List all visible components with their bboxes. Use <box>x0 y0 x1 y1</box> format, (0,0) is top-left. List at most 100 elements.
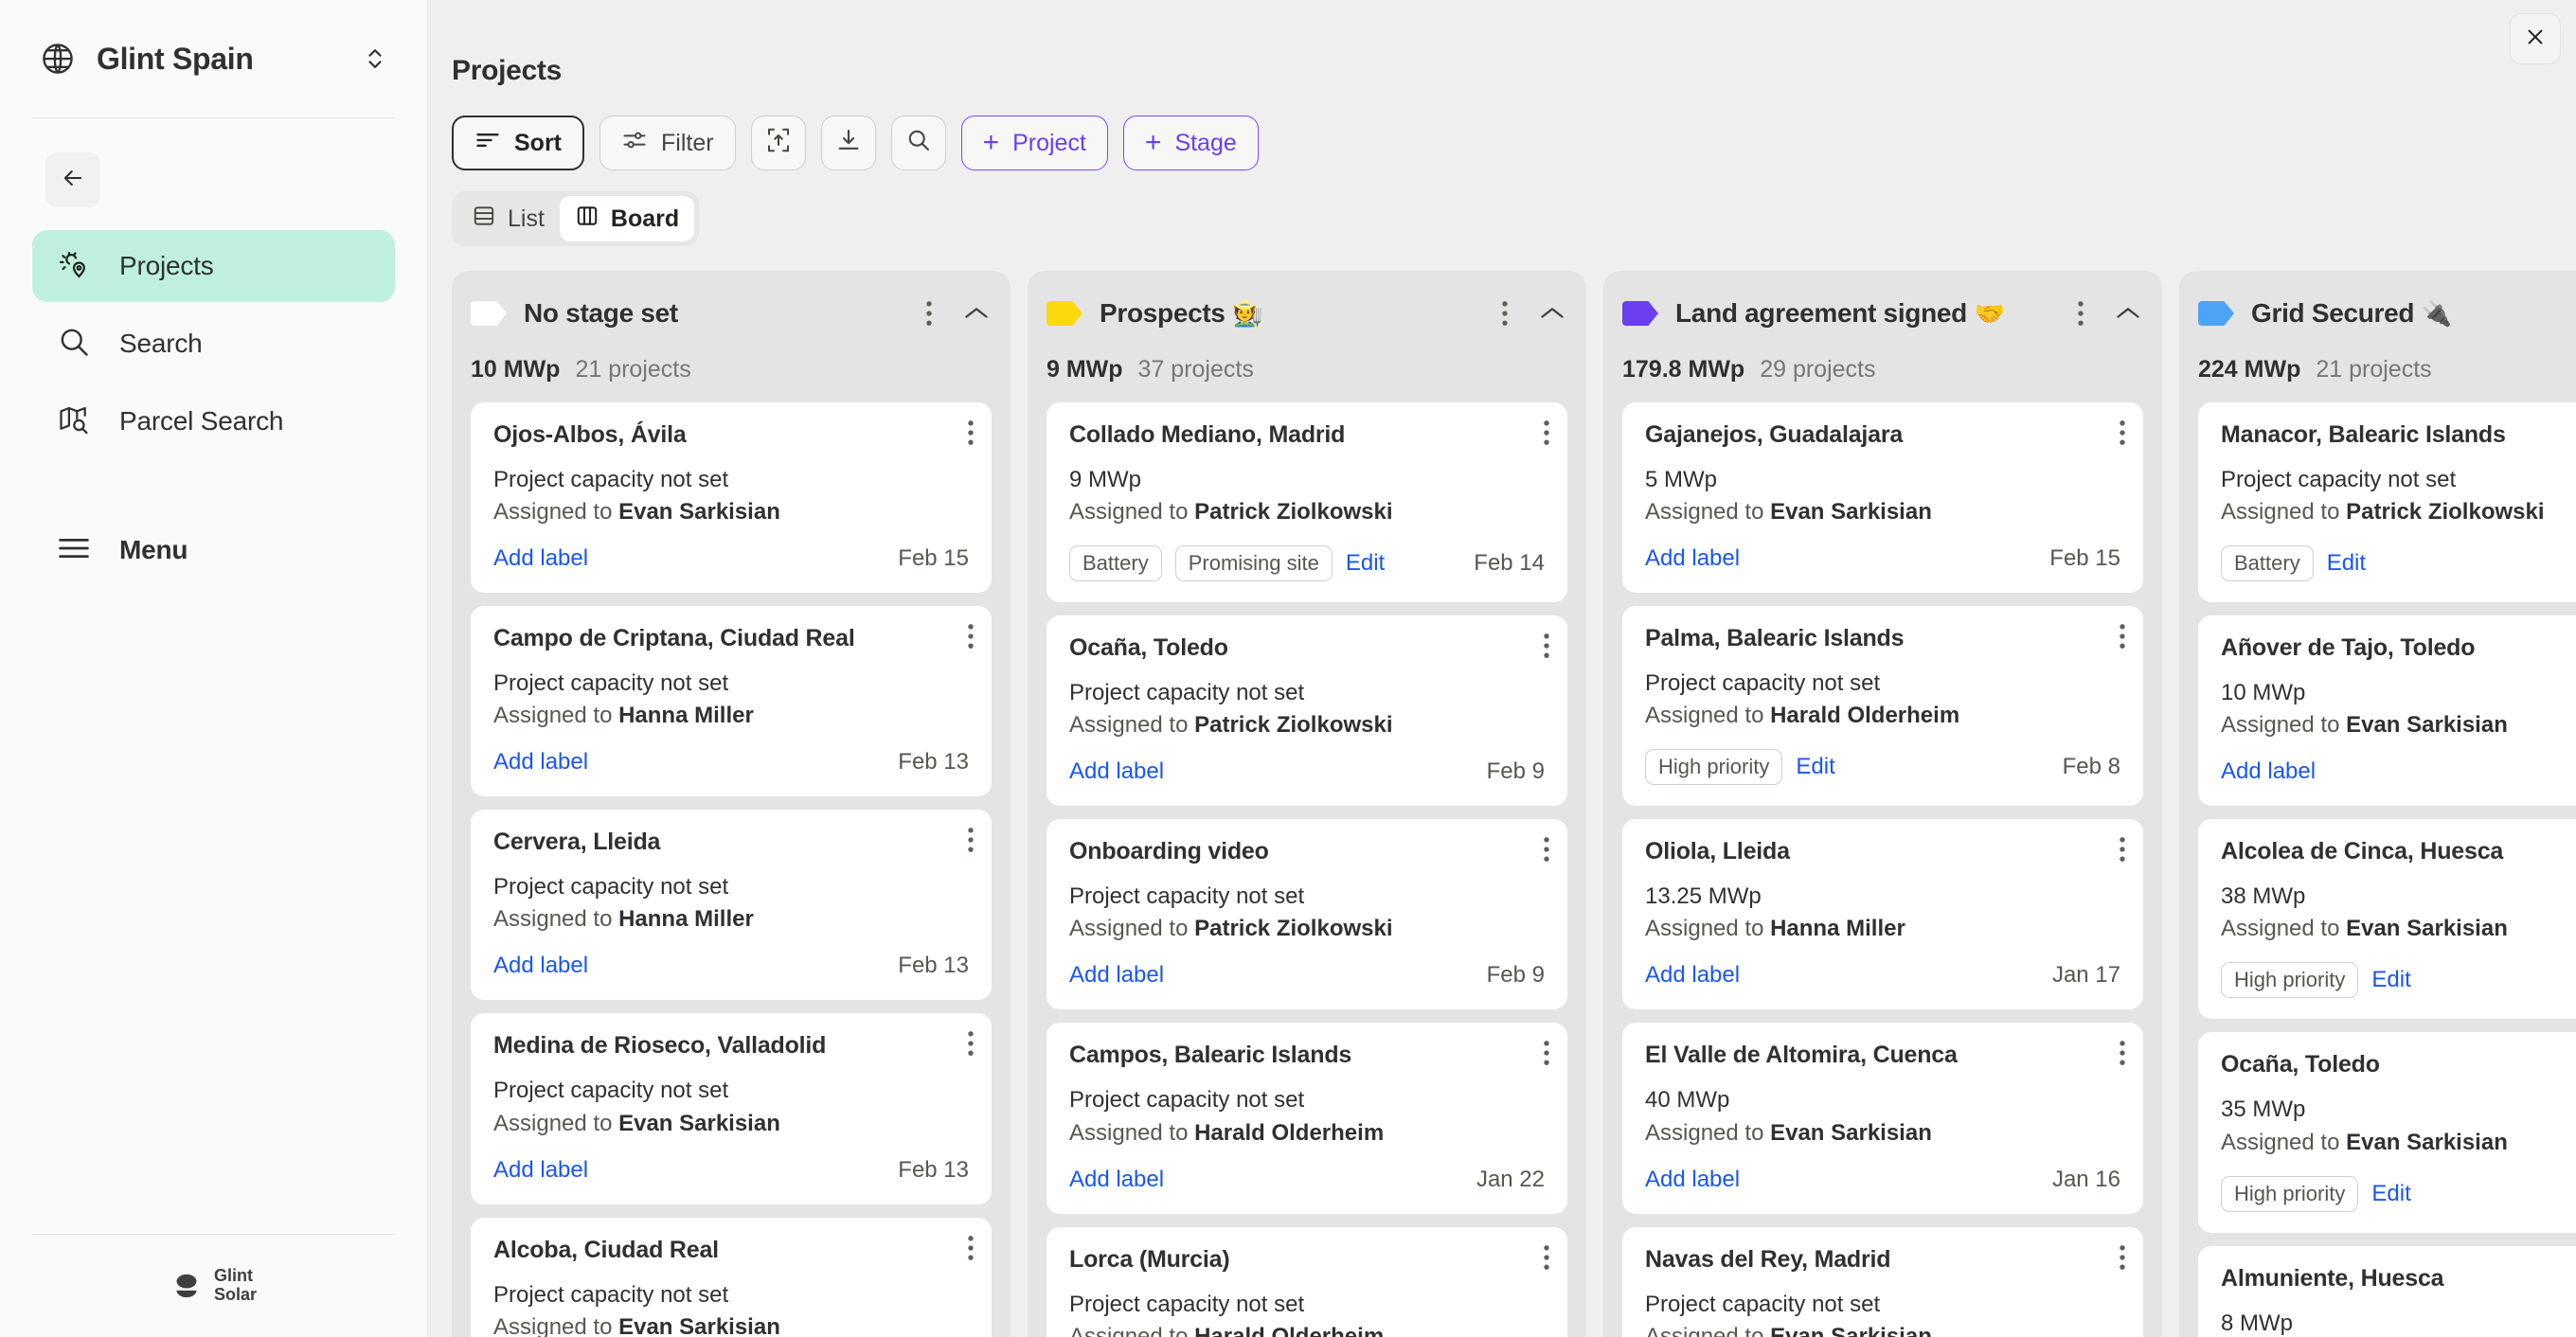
add-label-link[interactable]: Add label <box>1645 545 1740 572</box>
more-vertical-icon[interactable] <box>967 419 975 451</box>
project-card[interactable]: Onboarding video Project capacity not set… <box>1046 819 1567 1010</box>
card-title: El Valle de Altomira, Cuenca <box>1645 1042 1958 1069</box>
project-card[interactable]: Ojos-Albos, Ávila Project capacity not se… <box>471 402 992 594</box>
project-card[interactable]: Navas del Rey, Madrid Project capacity no… <box>1622 1226 2143 1337</box>
more-vertical-icon[interactable] <box>2119 836 2126 867</box>
column-collapse-button[interactable] <box>961 296 992 330</box>
card-meta: Project capacity not set Assigned to Hara… <box>1069 1084 1545 1149</box>
sidebar-item-label: Search <box>119 329 203 358</box>
column-menu-button[interactable] <box>2066 296 2096 330</box>
more-vertical-icon[interactable] <box>2119 1040 2126 1071</box>
sidebar-item-projects[interactable]: Projects <box>32 230 395 302</box>
sidebar-item-parcel-search[interactable]: Parcel Search <box>32 385 395 457</box>
add-label-link[interactable]: Add label <box>493 545 588 572</box>
edit-labels-link[interactable]: Edit <box>2371 967 2410 993</box>
project-card[interactable]: Alcolea de Cinca, Huesca 38 MWp Assigned t… <box>2198 819 2576 1020</box>
column-emoji: 🔌 <box>2421 299 2452 328</box>
tab-list-view[interactable]: List <box>456 196 560 241</box>
project-card[interactable]: Collado Mediano, Madrid 9 MWp Assigned to … <box>1046 402 1567 603</box>
add-label-link[interactable]: Add label <box>2221 758 2316 785</box>
more-vertical-icon[interactable] <box>1543 419 1550 451</box>
add-label-link[interactable]: Add label <box>1069 758 1164 785</box>
card-meta: 5 MWp Assigned to Evan Sarkisian <box>1645 464 2120 528</box>
card-footer: Add label Feb 15 <box>493 545 969 572</box>
more-vertical-icon[interactable] <box>967 1030 975 1061</box>
column-capacity: 179.8 MWp <box>1622 356 1745 383</box>
more-vertical-icon[interactable] <box>2119 419 2126 451</box>
download-button[interactable] <box>820 116 876 170</box>
project-card[interactable]: El Valle de Altomira, Cuenca 40 MWp Assign… <box>1622 1023 2143 1214</box>
add-stage-button[interactable]: + Stage <box>1122 116 1259 170</box>
project-card[interactable]: Gajanejos, Guadalajara 5 MWp Assigned to E… <box>1622 402 2143 594</box>
project-card[interactable]: Manacor, Balearic Islands Project capacit… <box>2198 402 2576 603</box>
more-vertical-icon[interactable] <box>1543 633 1550 664</box>
filter-button[interactable]: Filter <box>599 116 736 170</box>
back-button[interactable] <box>45 152 100 207</box>
card-meta: Project capacity not set Assigned to Hara… <box>1069 1289 1545 1337</box>
add-project-button[interactable]: + Project <box>960 116 1108 170</box>
add-label-link[interactable]: Add label <box>493 749 588 775</box>
edit-labels-link[interactable]: Edit <box>1796 754 1834 780</box>
search-button[interactable] <box>890 116 946 170</box>
edit-labels-link[interactable]: Edit <box>1346 550 1385 577</box>
project-card[interactable]: Lorca (Murcia) Project capacity not set As… <box>1046 1226 1567 1337</box>
more-vertical-icon[interactable] <box>1543 1040 1550 1071</box>
workspace-switcher[interactable]: Glint Spain <box>32 0 395 117</box>
more-vertical-icon[interactable] <box>2119 623 2126 654</box>
chevron-up-down-icon[interactable] <box>363 45 387 73</box>
add-label-link[interactable]: Add label <box>1069 962 1164 989</box>
search-icon <box>905 127 932 160</box>
glint-solar-mark <box>176 1275 197 1298</box>
card-label-chip[interactable]: Promising site <box>1174 545 1333 582</box>
close-button[interactable] <box>2510 13 2561 64</box>
column-emoji: 🧑‍🌾 <box>1232 299 1263 328</box>
card-meta: Project capacity not set Assigned to Hann… <box>493 871 969 936</box>
column-menu-button[interactable] <box>914 296 944 330</box>
sort-button[interactable]: Sort <box>452 116 584 170</box>
project-card[interactable]: Ocaña, Toledo 35 MWp Assigned to Evan Sark… <box>2198 1032 2576 1233</box>
add-label-link[interactable]: Add label <box>1069 1167 1164 1193</box>
more-vertical-icon[interactable] <box>1543 1244 1550 1275</box>
project-card[interactable]: Campo de Criptana, Ciudad Real Project ca… <box>471 606 992 797</box>
column-collapse-button[interactable] <box>1537 296 1567 330</box>
sidebar-item-search[interactable]: Search <box>32 308 395 380</box>
card-meta: 10 MWp Assigned to Evan Sarkisian <box>2221 677 2576 741</box>
board-column: No stage set 10 MWp 21 projects Ojos-Albos,… <box>452 271 1011 1337</box>
project-card[interactable]: Almuniente, Huesca 8 MWpAssigned to Lena … <box>2198 1245 2576 1337</box>
upload-button[interactable] <box>750 116 806 170</box>
card-label-chip[interactable]: Battery <box>2221 545 2314 582</box>
more-vertical-icon[interactable] <box>1543 836 1550 867</box>
project-card[interactable]: Medina de Rioseco, Valladolid Project cap… <box>471 1013 992 1204</box>
edit-labels-link[interactable]: Edit <box>2371 1181 2410 1207</box>
card-capacity: Project capacity not set <box>493 874 729 900</box>
project-card[interactable]: Campos, Balearic Islands Project capacity… <box>1046 1023 1567 1214</box>
card-label-chip[interactable]: High priority <box>2221 1175 2359 1212</box>
globe-icon <box>40 41 76 77</box>
project-card[interactable]: Cervera, Lleida Project capacity not set A… <box>471 810 992 1001</box>
column-menu-button[interactable] <box>1490 296 1520 330</box>
project-card[interactable]: Palma, Balearic Islands Project capacity … <box>1622 606 2143 807</box>
card-title: Manacor, Balearic Islands <box>2221 421 2506 448</box>
card-label-chip[interactable]: Battery <box>1069 545 1162 582</box>
more-vertical-icon[interactable] <box>967 827 975 858</box>
add-label-link[interactable]: Add label <box>1645 1167 1740 1193</box>
edit-labels-link[interactable]: Edit <box>2327 550 2366 577</box>
more-vertical-icon[interactable] <box>2119 1244 2126 1275</box>
add-label-link[interactable]: Add label <box>1645 962 1740 989</box>
menu-button[interactable]: Menu <box>32 522 395 579</box>
more-vertical-icon[interactable] <box>967 623 975 654</box>
card-label-chip[interactable]: High priority <box>1645 749 1783 786</box>
project-card[interactable]: Oliola, Lleida 13.25 MWp Assigned to Hanna… <box>1622 819 2143 1010</box>
tab-board-view[interactable]: Board <box>559 196 695 241</box>
column-collapse-button[interactable] <box>2113 296 2143 330</box>
add-label-link[interactable]: Add label <box>493 1157 588 1184</box>
project-card[interactable]: Añover de Tajo, Toledo 10 MWp Assigned to … <box>2198 615 2576 807</box>
filter-label: Filter <box>661 129 714 156</box>
project-card[interactable]: Ocaña, Toledo Project capacity not set Ass… <box>1046 615 1567 807</box>
card-title: Collado Mediano, Madrid <box>1069 421 1346 448</box>
project-card[interactable]: Alcoba, Ciudad Real Project capacity not … <box>471 1217 992 1337</box>
card-label-chip[interactable]: High priority <box>2221 962 2359 999</box>
card-assignee: Assigned to Evan Sarkisian <box>1645 1323 1932 1337</box>
add-label-link[interactable]: Add label <box>493 953 588 979</box>
more-vertical-icon[interactable] <box>967 1235 975 1266</box>
